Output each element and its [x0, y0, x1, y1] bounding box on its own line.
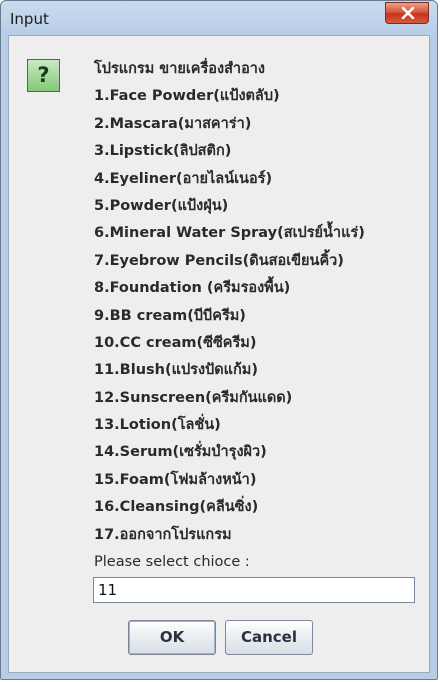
message-line-title: โปรแกรม ขายเครื่องสำอาง — [94, 61, 266, 77]
menu-item: 7.Eyebrow Pencils(ดินสอเขียนคิ้ว) — [94, 252, 344, 269]
menu-item: 16.Cleansing(คลีนซิ่ง) — [94, 499, 259, 516]
menu-item: 17.ออกจากโปรแกรม — [94, 526, 232, 543]
close-icon — [401, 7, 415, 19]
menu-item: 2.Mascara(มาสคาร่า) — [94, 115, 252, 132]
menu-item: 14.Serum(เซรั่มบำรุงผิว) — [94, 444, 267, 461]
menu-item: 5.Powder(แป้งฝุ่น) — [94, 197, 229, 214]
window-title: Input — [10, 10, 49, 28]
menu-item: 12.Sunscreen(ครีมกันแดด) — [94, 389, 293, 406]
menu-item: 9.BB cream(บีบีครีม) — [94, 307, 246, 324]
choice-input[interactable] — [93, 577, 415, 603]
input-dialog: Input ? โปรแกรม ขายเครื่องสำอาง 1.Face P… — [0, 0, 438, 680]
ok-button[interactable]: OK — [128, 620, 216, 655]
cancel-button[interactable]: Cancel — [225, 620, 313, 655]
menu-item: 1.Face Powder(แป้งตลับ) — [94, 88, 280, 105]
menu-item: 13.Lotion(โลชั่น) — [94, 417, 221, 434]
menu-item: 10.CC cream(ซีซีครีม) — [94, 334, 257, 351]
message: โปรแกรม ขายเครื่องสำอาง 1.Face Powder(แป… — [94, 56, 424, 549]
menu-item: 6.Mineral Water Spray(สเปรย์น้ำแร่) — [94, 225, 365, 242]
title-bar[interactable]: Input — [1, 1, 437, 35]
menu-item: 3.Lipstick(ลิปสติก) — [94, 143, 232, 160]
menu-item: 15.Foam(โฟมล้างหน้า) — [94, 471, 257, 488]
dialog-content: ? โปรแกรม ขายเครื่องสำอาง 1.Face Powder(… — [8, 35, 430, 673]
close-button[interactable] — [385, 2, 429, 24]
prompt-label: Please select chioce : — [94, 554, 250, 570]
question-icon: ? — [27, 59, 60, 92]
menu-item: 4.Eyeliner(อายไลน์เนอร์) — [94, 170, 273, 187]
menu-item: 8.Foundation (ครีมรองพื้น) — [94, 280, 291, 297]
menu-item: 11.Blush(แปรงปัดแก้ม) — [94, 362, 258, 379]
